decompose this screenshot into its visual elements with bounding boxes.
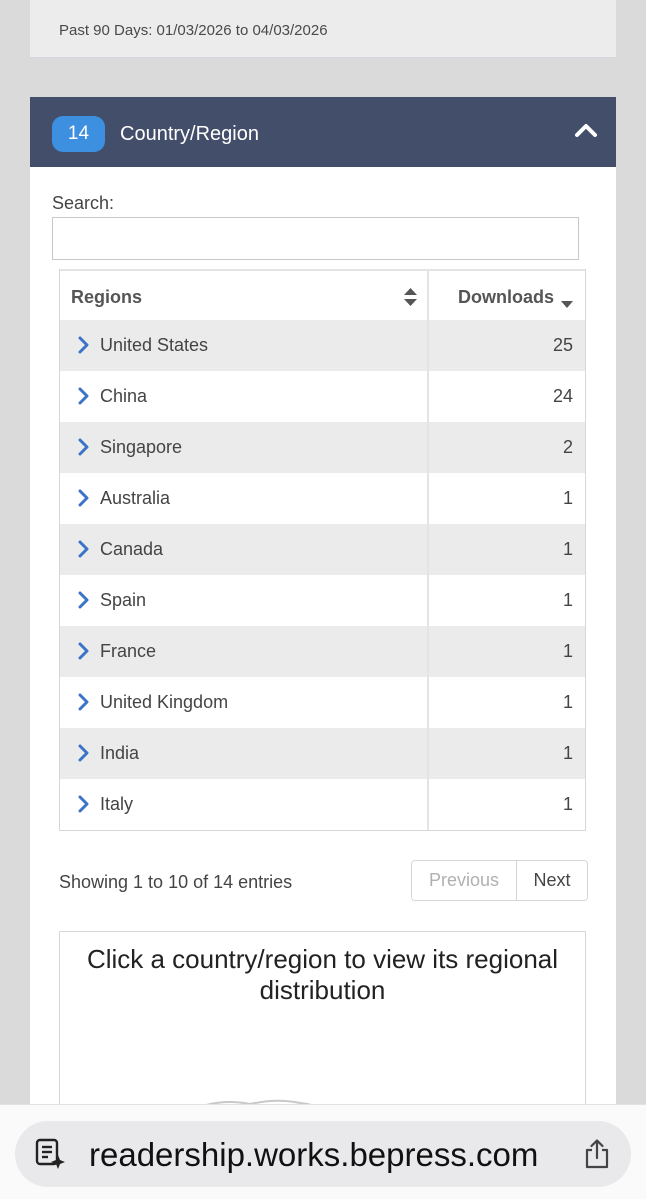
- downloads-cell: 1: [429, 524, 585, 575]
- region-cell: India: [60, 728, 429, 779]
- table-row[interactable]: Italy 1: [60, 779, 585, 830]
- chevron-right-icon[interactable]: [78, 489, 90, 512]
- downloads-column-header[interactable]: Downloads: [429, 271, 585, 320]
- search-input[interactable]: [52, 217, 579, 260]
- sort-descending-icon: [561, 296, 573, 314]
- panel-header[interactable]: 14 Country/Region: [30, 97, 616, 167]
- region-name: France: [100, 641, 157, 661]
- download-count: 1: [562, 794, 573, 814]
- reader-mode-icon[interactable]: [34, 1137, 66, 1176]
- pagination-info: Showing 1 to 10 of 14 entries: [59, 872, 293, 892]
- table-row[interactable]: India 1: [60, 728, 585, 779]
- downloads-cell: 1: [429, 677, 585, 728]
- download-count: 25: [552, 335, 573, 355]
- download-count: 1: [562, 743, 573, 763]
- region-name: Australia: [100, 488, 171, 508]
- table-row[interactable]: Australia 1: [60, 473, 585, 524]
- country-region-panel: 14 Country/Region Search: Regions Downlo…: [30, 97, 616, 1111]
- chevron-right-icon[interactable]: [78, 693, 90, 716]
- downloads-cell: 1: [429, 626, 585, 677]
- downloads-cell: 1: [429, 473, 585, 524]
- table-body: United States 25 China 24 Singapore 2 Australi…: [60, 320, 585, 830]
- region-cell: Australia: [60, 473, 429, 524]
- download-count: 1: [562, 692, 573, 712]
- regions-column-header[interactable]: Regions: [60, 271, 429, 320]
- downloads-cell: 1: [429, 728, 585, 779]
- table-row[interactable]: Singapore 2: [60, 422, 585, 473]
- regional-map-container: Click a country/region to view its regio…: [59, 931, 586, 1111]
- download-count: 24: [552, 386, 573, 406]
- download-count: 1: [562, 641, 573, 661]
- table-header: Regions Downloads: [60, 269, 585, 320]
- chevron-up-icon[interactable]: [570, 117, 602, 145]
- chevron-right-icon[interactable]: [78, 336, 90, 359]
- downloads-cell: 1: [429, 575, 585, 626]
- downloads-cell: 24: [429, 371, 585, 422]
- region-name: United Kingdom: [100, 692, 229, 712]
- next-button[interactable]: Next: [517, 861, 587, 900]
- region-cell: China: [60, 371, 429, 422]
- region-name: Canada: [100, 539, 164, 559]
- sort-both-icon: [404, 288, 417, 311]
- summary-card: Past 90 Days: 01/03/2026 to 04/03/2026: [30, 0, 616, 58]
- browser-address-bar: readership.works.bepress.com: [0, 1104, 646, 1199]
- search-label: Search:: [52, 193, 115, 213]
- table-row[interactable]: United Kingdom 1: [60, 677, 585, 728]
- previous-button[interactable]: Previous: [412, 861, 517, 900]
- table-row[interactable]: China 24: [60, 371, 585, 422]
- url-field[interactable]: readership.works.bepress.com: [15, 1121, 631, 1187]
- download-count: 1: [562, 488, 573, 508]
- region-name: Singapore: [100, 437, 183, 457]
- panel-title: Country/Region: [120, 123, 259, 145]
- regions-header-label: Regions: [71, 287, 143, 307]
- region-cell: United Kingdom: [60, 677, 429, 728]
- chevron-right-icon[interactable]: [78, 387, 90, 410]
- downloads-cell: 25: [429, 320, 585, 371]
- table-row[interactable]: United States 25: [60, 320, 585, 371]
- download-count: 1: [562, 539, 573, 559]
- chevron-right-icon[interactable]: [78, 540, 90, 563]
- url-text: readership.works.bepress.com: [89, 1136, 539, 1173]
- region-name: United States: [100, 335, 209, 355]
- downloads-cell: 2: [429, 422, 585, 473]
- regions-table: Regions Downloads United States 25 China 24…: [59, 269, 586, 831]
- chevron-right-icon[interactable]: [78, 795, 90, 818]
- pagination-controls: Previous Next: [411, 860, 588, 901]
- download-count: 2: [562, 437, 573, 457]
- chevron-right-icon[interactable]: [78, 642, 90, 665]
- share-icon[interactable]: [583, 1138, 611, 1175]
- region-cell: Singapore: [60, 422, 429, 473]
- table-row[interactable]: Canada 1: [60, 524, 585, 575]
- chevron-right-icon[interactable]: [78, 744, 90, 767]
- table-row[interactable]: France 1: [60, 626, 585, 677]
- table-row[interactable]: Spain 1: [60, 575, 585, 626]
- region-cell: Spain: [60, 575, 429, 626]
- region-name: China: [100, 386, 148, 406]
- region-name: India: [100, 743, 140, 763]
- download-count: 1: [562, 590, 573, 610]
- count-badge: 14: [52, 116, 105, 152]
- map-hint-text: Click a country/region to view its regio…: [86, 944, 559, 1005]
- downloads-cell: 1: [429, 779, 585, 830]
- region-cell: Canada: [60, 524, 429, 575]
- region-cell: France: [60, 626, 429, 677]
- region-cell: Italy: [60, 779, 429, 830]
- region-name: Spain: [100, 590, 147, 610]
- downloads-header-label: Downloads: [457, 287, 554, 307]
- region-name: Italy: [100, 794, 134, 814]
- chevron-right-icon[interactable]: [78, 438, 90, 461]
- chevron-right-icon[interactable]: [78, 591, 90, 614]
- region-cell: United States: [60, 320, 429, 371]
- date-range-text: Past 90 Days: 01/03/2026 to 04/03/2026: [59, 22, 328, 39]
